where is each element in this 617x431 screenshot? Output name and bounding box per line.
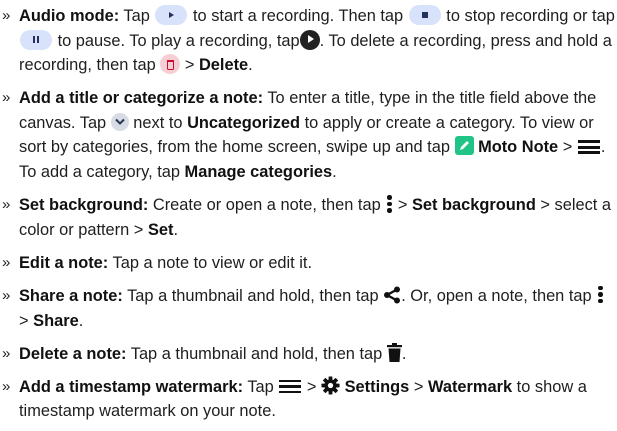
item-title: Share a note: [19, 286, 123, 305]
bullet-marker: » [2, 89, 11, 107]
item-title: Edit a note: [19, 253, 109, 272]
bullet-marker: » [2, 253, 11, 271]
list-item-delete-note: » Delete a note: Tap a thumbnail and hol… [2, 342, 617, 367]
delete-recording-icon [160, 54, 181, 75]
list-item-timestamp-watermark: » Add a timestamp watermark: Tap > Setti… [2, 375, 617, 424]
list-item-categorize-note: » Add a title or categorize a note: To e… [2, 86, 617, 184]
list-item-set-background: » Set background: Create or open a note,… [2, 193, 617, 242]
stop-icon [408, 5, 441, 25]
list-item-audio-mode: » Audio mode: Tap to start a recording. … [2, 4, 617, 78]
moto-note-app-icon [454, 136, 474, 156]
pause-icon [20, 29, 52, 50]
item-title: Add a timestamp watermark: [19, 377, 244, 396]
bullet-marker: » [2, 344, 11, 362]
play-icon [299, 29, 320, 50]
item-title: Delete a note: [19, 344, 127, 363]
bullet-marker: » [2, 7, 11, 24]
menu-icon [577, 138, 600, 155]
bullet-marker: » [2, 377, 11, 395]
trash-icon [386, 342, 402, 362]
more-options-icon [596, 285, 604, 305]
item-title: Set background: [19, 196, 149, 215]
instructions-list: » Audio mode: Tap to start a recording. … [0, 0, 617, 424]
share-icon [384, 286, 401, 304]
chevron-down-icon [110, 112, 129, 131]
list-item-share-note: » Share a note: Tap a thumbnail and hold… [2, 284, 617, 333]
bullet-marker: » [2, 286, 11, 304]
more-options-icon [385, 194, 393, 214]
item-title: Add a title or categorize a note: [19, 89, 264, 108]
item-title: Audio mode: [19, 7, 120, 25]
list-item-edit-note: » Edit a note: Tap a note to view or edi… [2, 251, 617, 276]
bullet-marker: » [2, 196, 11, 214]
record-icon [155, 5, 188, 25]
menu-icon [279, 378, 302, 394]
gear-icon [321, 376, 340, 395]
